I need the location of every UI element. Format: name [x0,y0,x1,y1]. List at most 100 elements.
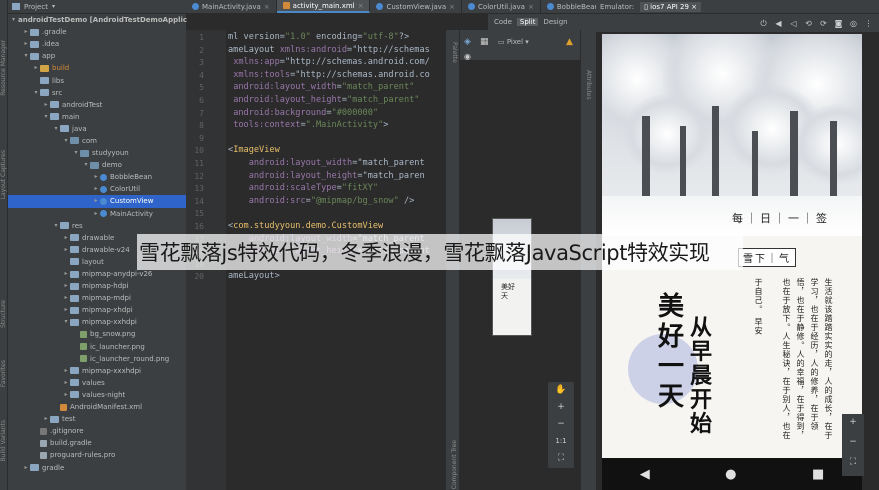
tree-item[interactable]: ▾ androidTestDemo [AndroidTestDemoApplic [8,14,187,26]
tree-item[interactable]: ▾ java [8,123,186,135]
split-mode-button[interactable]: Split [516,18,539,26]
home-icon[interactable]: ● [725,467,736,482]
chevron-down-icon[interactable]: ▾ [72,147,80,159]
layout-captures-tab[interactable]: Layout Captures [0,150,8,199]
tree-item[interactable]: ▸ build [8,62,186,74]
close-icon[interactable]: × [358,2,364,10]
tree-item[interactable]: ▸ values-night [8,389,186,401]
chevron-right-icon[interactable]: ▸ [92,183,100,195]
tree-item[interactable]: ▸ CustomView [8,195,186,208]
tree-item[interactable]: ic_launcher_round.png [8,353,186,365]
tree-item[interactable]: ▸ BobbleBean [8,171,186,183]
snapshot-icon[interactable]: ◎ [849,19,858,28]
pan-hand-icon[interactable]: ✋ [548,382,574,399]
palette-tab[interactable]: Palette [451,42,458,63]
chevron-down-icon[interactable]: ▾ [22,50,30,62]
design-mode-button[interactable]: Design [543,18,567,26]
tree-item[interactable]: ▸ values [8,377,186,389]
tree-item[interactable]: libs [8,74,186,86]
chevron-down-icon[interactable]: ▾ [52,3,55,10]
close-icon[interactable]: × [528,3,534,11]
chevron-right-icon[interactable]: ▸ [22,38,30,50]
chevron-down-icon[interactable]: ▾ [52,220,60,232]
favorites-tab[interactable]: Favorites [0,360,8,387]
tree-item[interactable]: ▸ mipmap-xhdpi [8,304,186,316]
volume-down-icon[interactable]: ◁ [789,19,798,28]
close-icon[interactable]: × [264,3,270,11]
emulator-device-tab[interactable]: ▯ ios7 API 29 × [640,1,701,12]
editor-tab[interactable]: ColorUtil.java × [462,0,541,13]
rotate-left-icon[interactable]: ⟲ [804,19,813,28]
tree-item[interactable]: ▸ mipmap-xxxhdpi [8,365,186,377]
chevron-down-icon[interactable]: ▾ [62,135,70,147]
tree-item[interactable]: ▸ gradle [8,461,186,473]
code-mode-button[interactable]: Code [494,18,512,26]
chevron-down-icon[interactable]: ▾ [52,123,60,135]
tree-item[interactable]: ▾ demo [8,159,186,171]
chevron-right-icon[interactable]: ▸ [62,232,70,244]
chevron-right-icon[interactable]: ▸ [32,62,40,74]
chevron-right-icon[interactable]: ▸ [92,208,100,220]
chevron-right-icon[interactable]: ▸ [42,99,50,111]
tree-item[interactable]: ▸ MainActivity [8,208,186,220]
chevron-right-icon[interactable]: ▸ [62,292,70,304]
tree-item[interactable]: AndroidManifest.xml [8,401,186,413]
chevron-right-icon[interactable]: ▸ [62,377,70,389]
screenshot-icon[interactable]: ◙ [834,19,843,28]
tree-item[interactable]: ▸ mipmap-mdpi [8,292,186,304]
rotate-right-icon[interactable]: ⟳ [819,19,828,28]
chevron-right-icon[interactable]: ▸ [42,413,50,425]
chevron-right-icon[interactable]: ▸ [62,280,70,292]
tree-item[interactable]: build.gradle [8,437,186,449]
tree-item[interactable]: ▾ com [8,135,186,147]
chevron-down-icon[interactable]: ▾ [42,111,50,123]
chevron-right-icon[interactable]: ▸ [92,171,100,183]
back-icon[interactable]: ◀ [640,467,650,482]
emulator-zoom-out-button[interactable]: − [842,434,864,454]
close-icon[interactable]: × [449,3,455,11]
tree-item[interactable]: ▾ app [8,50,186,62]
tree-item[interactable]: ▸ .idea [8,38,186,50]
chevron-right-icon[interactable]: ▸ [92,195,100,207]
more-icon[interactable]: ⋮ [864,19,873,28]
tree-item[interactable]: ▾ res [8,220,186,232]
zoom-actual-size-button[interactable]: 1:1 [548,433,574,450]
warning-icon[interactable]: ▲ [566,37,573,47]
tree-item[interactable]: ▾ mipmap-xxhdpi [8,316,186,328]
editor-tab[interactable]: CustomView.java × [370,0,463,13]
tree-item[interactable]: bg_snow.png [8,328,186,340]
palette-icon[interactable]: ▦ [480,37,489,47]
editor-tab[interactable]: MainActivity.java × [186,0,277,13]
tree-item[interactable]: .gitignore [8,425,186,437]
zoom-fit-button[interactable]: ⛶ [548,450,574,467]
chevron-right-icon[interactable]: ▸ [62,304,70,316]
tree-item[interactable]: ▾ studyyoun [8,147,186,159]
emulator-zoom-in-button[interactable]: + [842,414,864,434]
zoom-in-button[interactable]: + [548,399,574,416]
editor-tab[interactable]: activity_main.xml × [276,0,371,13]
resource-manager-tab[interactable]: Resource Manager [0,40,8,96]
recents-icon[interactable]: ■ [812,467,824,482]
layers-icon[interactable]: ◈ [464,37,471,47]
tree-item[interactable]: ▸ .gradle [8,26,186,38]
chevron-right-icon[interactable]: ▸ [62,365,70,377]
tree-item[interactable]: ic_launcher.png [8,341,186,353]
chevron-right-icon[interactable]: ▸ [62,244,70,256]
chevron-right-icon[interactable]: ▸ [62,389,70,401]
component-tree-tab[interactable]: Component Tree [451,440,458,489]
chevron-right-icon[interactable]: ▸ [22,26,30,38]
tree-item[interactable]: ▸ mipmap-hdpi [8,280,186,292]
chevron-down-icon[interactable]: ▾ [32,87,40,99]
chevron-down-icon[interactable]: ▾ [12,14,15,26]
tree-item[interactable]: ▸ androidTest [8,99,186,111]
build-variants-tab[interactable]: Build Variants [0,420,8,461]
tree-item[interactable]: ▾ src [8,87,186,99]
tree-item[interactable]: ▾ main [8,111,186,123]
device-selector[interactable]: ▭ Pixel ▾ [498,38,529,46]
chevron-right-icon[interactable]: ▸ [62,268,70,280]
volume-up-icon[interactable]: ◀ [774,19,783,28]
chevron-down-icon[interactable]: ▾ [62,316,70,328]
tree-item[interactable]: ▸ ColorUtil [8,183,186,195]
project-panel-header[interactable]: Project ▾ [8,0,186,14]
tree-item[interactable]: proguard-rules.pro [8,449,186,461]
